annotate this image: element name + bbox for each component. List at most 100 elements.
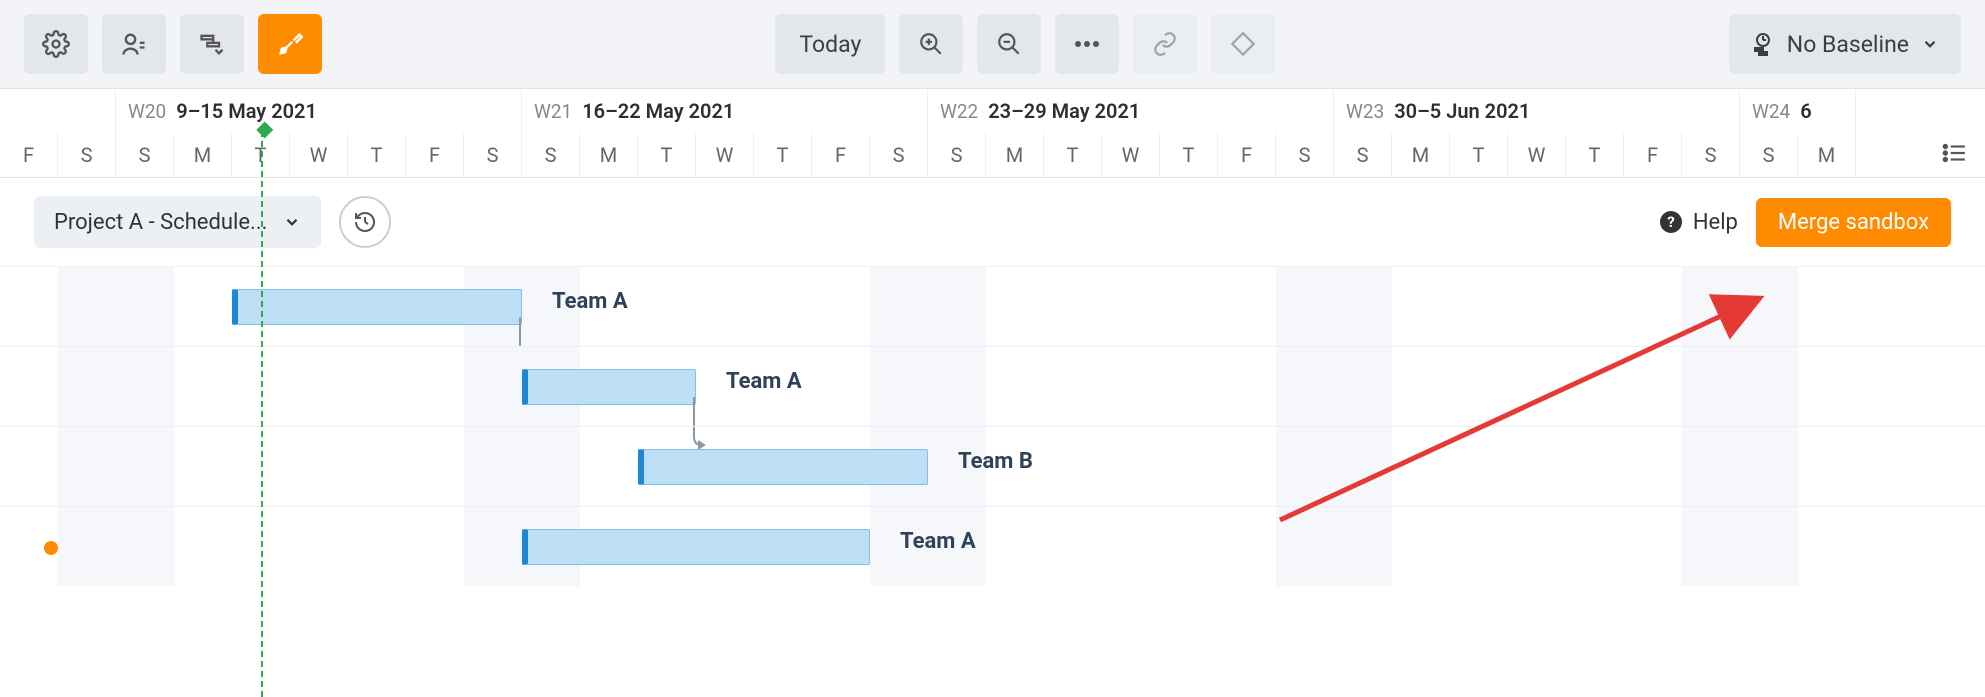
weekend-shade	[928, 267, 986, 346]
list-menu-icon[interactable]	[1941, 140, 1967, 166]
gantt-row: Team A	[0, 266, 1985, 346]
day-cell: S	[1740, 133, 1798, 177]
day-cell: T	[1450, 133, 1508, 177]
day-cell: S	[522, 133, 580, 177]
weekend-shade	[1682, 347, 1740, 426]
day-cell: T	[232, 133, 290, 177]
day-cell: W	[1102, 133, 1160, 177]
day-cell: F	[1624, 133, 1682, 177]
gantt-subbar: Project A - Schedule... ? Help Merge san…	[0, 178, 1985, 266]
weekend-shade	[1740, 427, 1798, 506]
weekend-shade	[116, 507, 174, 586]
week-code: W24	[1752, 100, 1790, 123]
day-cell: F	[1218, 133, 1276, 177]
weekend-shade	[116, 267, 174, 346]
task-label: Team A	[552, 289, 628, 314]
day-cell: S	[464, 133, 522, 177]
day-cell: F	[406, 133, 464, 177]
task-label: Team A	[726, 369, 802, 394]
gear-icon	[42, 30, 70, 58]
week-range: 23–29 May 2021	[988, 99, 1140, 123]
week-cell: W2223–29 May 2021	[928, 89, 1334, 133]
weekend-shade	[870, 347, 928, 426]
weekend-shade	[1682, 267, 1740, 346]
zoom-out-button[interactable]	[977, 14, 1041, 74]
today-button[interactable]: Today	[775, 14, 885, 74]
week-range: 6	[1800, 99, 1811, 123]
day-cell: W	[290, 133, 348, 177]
day-cell: M	[580, 133, 638, 177]
day-cell: S	[870, 133, 928, 177]
weekend-shade	[58, 427, 116, 506]
more-button[interactable]	[1055, 14, 1119, 74]
task-bar[interactable]	[522, 369, 696, 405]
gantt-chart: Team A Team A Team B Team A	[0, 266, 1985, 586]
weekend-shade	[870, 267, 928, 346]
week-range: 9–15 May 2021	[176, 99, 317, 123]
users-button[interactable]	[102, 14, 166, 74]
weekend-shade	[1276, 347, 1334, 426]
tasks-button[interactable]	[180, 14, 244, 74]
weekend-shade	[1276, 507, 1334, 586]
day-cell: S	[116, 133, 174, 177]
task-bar[interactable]	[232, 289, 522, 325]
weekend-shade	[928, 347, 986, 426]
weekend-shade	[116, 347, 174, 426]
zoom-in-button[interactable]	[899, 14, 963, 74]
zoom-in-icon	[918, 31, 944, 57]
change-marker-icon	[44, 541, 58, 555]
day-cell: S	[1334, 133, 1392, 177]
diamond-icon	[1230, 31, 1256, 57]
task-bar[interactable]	[638, 449, 928, 485]
svg-text:?: ?	[1667, 213, 1674, 231]
project-dropdown[interactable]: Project A - Schedule...	[34, 196, 321, 248]
day-cell: M	[174, 133, 232, 177]
zoom-out-icon	[996, 31, 1022, 57]
gantt-row: Team B	[0, 426, 1985, 506]
merge-sandbox-button[interactable]: Merge sandbox	[1756, 198, 1951, 247]
day-cell: M	[1798, 133, 1856, 177]
weekend-shade	[1740, 507, 1798, 586]
help-button[interactable]: ? Help	[1659, 210, 1738, 235]
project-label: Project A - Schedule...	[54, 210, 267, 235]
milestone-button[interactable]	[1211, 14, 1275, 74]
task-label: Team A	[900, 529, 976, 554]
weekend-shade	[1682, 427, 1740, 506]
user-cog-icon	[120, 30, 148, 58]
main-toolbar: Today No Baseline	[0, 0, 1985, 89]
weekend-shade	[1276, 267, 1334, 346]
day-cell: M	[1392, 133, 1450, 177]
weekend-shade	[1740, 347, 1798, 426]
day-cell: S	[1276, 133, 1334, 177]
link-button[interactable]	[1133, 14, 1197, 74]
day-cell: T	[638, 133, 696, 177]
day-cell: T	[1044, 133, 1102, 177]
weekend-shade	[1334, 507, 1392, 586]
weekend-shade	[464, 347, 522, 426]
task-bar[interactable]	[522, 529, 870, 565]
day-cell: T	[754, 133, 812, 177]
gantt-row: Team A	[0, 506, 1985, 586]
weekend-shade	[1682, 507, 1740, 586]
day-cell: F	[0, 133, 58, 177]
sandbox-button[interactable]	[258, 14, 322, 74]
settings-button[interactable]	[24, 14, 88, 74]
chevron-down-icon	[283, 213, 301, 231]
help-icon: ?	[1659, 210, 1683, 234]
week-cell: W2330–5 Jun 2021	[1334, 89, 1740, 133]
weekend-shade	[1334, 427, 1392, 506]
weekend-shade	[1334, 267, 1392, 346]
timeline-header: W209–15 May 2021W2116–22 May 2021W2223–2…	[0, 89, 1985, 178]
week-code: W23	[1346, 100, 1384, 123]
day-cell: S	[58, 133, 116, 177]
day-cell: W	[696, 133, 754, 177]
baseline-dropdown[interactable]: No Baseline	[1729, 14, 1961, 74]
gantt-icon	[198, 30, 226, 58]
week-cell: W2116–22 May 2021	[522, 89, 928, 133]
shovel-icon	[276, 30, 304, 58]
history-button[interactable]	[339, 196, 391, 248]
weekend-shade	[58, 347, 116, 426]
gantt-row: Team A	[0, 346, 1985, 426]
weekend-shade	[116, 427, 174, 506]
baseline-label: No Baseline	[1787, 31, 1909, 58]
